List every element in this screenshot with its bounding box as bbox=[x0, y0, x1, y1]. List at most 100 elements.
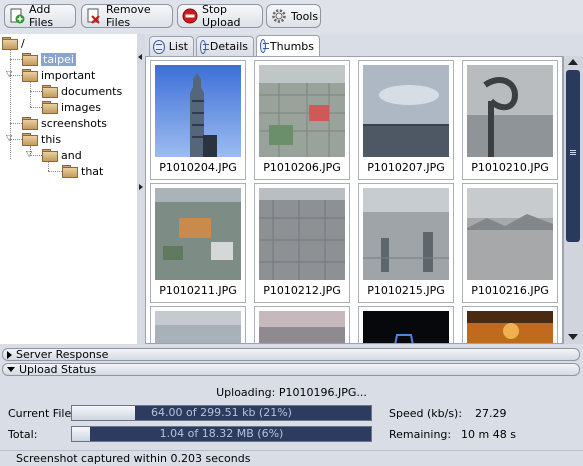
thumbnail-item[interactable] bbox=[462, 306, 558, 343]
upload-status-panel: Uploading: P1010196.JPG... Current File:… bbox=[0, 378, 583, 450]
tab-label: List bbox=[168, 40, 188, 53]
tree-item-label: screenshots bbox=[41, 116, 108, 130]
current-file-progress-bar: 64.00 of 299.51 kb (21%) bbox=[71, 405, 372, 421]
collapse-left-icon[interactable] bbox=[138, 54, 142, 60]
thumbnail-item[interactable] bbox=[254, 306, 350, 343]
thumbnail-filename: P1010216.JPG bbox=[471, 284, 549, 297]
tree-item-images[interactable]: images bbox=[42, 100, 101, 114]
expand-toggle-icon[interactable]: ▽ bbox=[6, 69, 12, 78]
tree-item-label: important bbox=[41, 68, 96, 82]
folder-icon bbox=[22, 117, 38, 130]
upload-status-section[interactable]: Upload Status bbox=[2, 363, 580, 376]
expand-icon bbox=[7, 350, 12, 359]
add-files-label: Add Files bbox=[29, 3, 54, 29]
folder-icon bbox=[62, 165, 78, 178]
thumbnail-filename: P1010204.JPG bbox=[159, 161, 237, 174]
progress-text: 64.00 of 299.51 kb (21%) bbox=[151, 406, 292, 419]
panel-splitter[interactable] bbox=[137, 34, 145, 344]
tree-item-documents[interactable]: documents bbox=[42, 84, 122, 98]
tree-item-important[interactable]: important bbox=[22, 68, 95, 82]
tab-label: Thumbs bbox=[269, 39, 314, 53]
list-icon bbox=[153, 39, 165, 54]
folder-icon bbox=[42, 101, 58, 114]
speed-value: 27.29 bbox=[475, 407, 507, 420]
thumbnail-item[interactable]: P1010211.JPG bbox=[150, 183, 246, 303]
thumbnail-item[interactable]: P1010207.JPG bbox=[358, 60, 454, 180]
tree-item-taipei[interactable]: taipei bbox=[22, 52, 76, 66]
photo-thumbnail bbox=[155, 311, 241, 343]
thumbnail-item[interactable]: P1010206.JPG bbox=[254, 60, 350, 180]
tab-details[interactable]: Details bbox=[196, 36, 254, 56]
photo-thumbnail bbox=[363, 188, 449, 280]
scroll-down-icon[interactable] bbox=[568, 334, 578, 340]
thumbnail-item[interactable]: P1010216.JPG bbox=[462, 183, 558, 303]
expand-toggle-icon[interactable]: ▽ bbox=[26, 149, 32, 158]
thumbs-icon bbox=[260, 39, 269, 53]
folder-icon bbox=[22, 133, 38, 146]
server-response-section[interactable]: Server Response bbox=[2, 348, 580, 361]
folder-icon bbox=[2, 37, 18, 50]
tab-thumbs[interactable]: Thumbs bbox=[256, 35, 320, 56]
stop-upload-button[interactable]: Stop Upload bbox=[177, 3, 263, 29]
section-title: Upload Status bbox=[19, 363, 97, 376]
thumbnail-filename: P1010212.JPG bbox=[263, 284, 341, 297]
photo-thumbnail bbox=[259, 65, 345, 157]
thumbnail-item[interactable] bbox=[358, 306, 454, 343]
tab-label: Details bbox=[209, 40, 248, 53]
remove-file-icon bbox=[86, 8, 102, 24]
tab-list[interactable]: List bbox=[149, 36, 194, 56]
status-bar: Screenshot captured within 0.203 seconds bbox=[0, 450, 583, 466]
remaining-label: Remaining: bbox=[389, 428, 452, 441]
stop-icon bbox=[182, 8, 198, 24]
add-files-button[interactable]: Add Files bbox=[4, 3, 76, 29]
thumbnail-grid: P1010204.JPG P1010206.JPG P1010207.JPG P… bbox=[145, 56, 563, 344]
tree-item-this[interactable]: this bbox=[22, 132, 61, 146]
folder-icon bbox=[22, 53, 38, 66]
tree-item-and[interactable]: and bbox=[42, 148, 82, 162]
thumbnail-item[interactable]: P1010210.JPG bbox=[462, 60, 558, 180]
photo-thumbnail bbox=[467, 188, 553, 280]
expand-toggle-icon[interactable]: ▽ bbox=[6, 133, 12, 142]
thumbnail-filename: P1010210.JPG bbox=[471, 161, 549, 174]
photo-thumbnail bbox=[467, 311, 553, 343]
current-file-label: Current File: bbox=[8, 407, 75, 420]
thumbnail-scrollbar[interactable] bbox=[563, 56, 583, 344]
tree-item-label: images bbox=[61, 100, 101, 114]
remaining-value: 10 m 48 s bbox=[461, 428, 516, 441]
speed-label: Speed (kb/s): bbox=[389, 407, 463, 420]
total-progress-bar: 1.04 of 18.32 MB (6%) bbox=[71, 426, 372, 442]
folder-icon bbox=[42, 149, 58, 162]
thumbnail-filename: P1010206.JPG bbox=[263, 161, 341, 174]
thumbnail-item[interactable] bbox=[150, 306, 246, 343]
stop-upload-label: Stop Upload bbox=[202, 3, 241, 29]
tree-item-screenshots[interactable]: screenshots bbox=[22, 116, 107, 130]
details-icon bbox=[200, 39, 209, 54]
add-file-icon bbox=[9, 8, 25, 24]
folder-tree: ▽ ▽ ▽ / taipei important documents image… bbox=[0, 34, 138, 344]
thumbnail-filename: P1010207.JPG bbox=[367, 161, 445, 174]
scrollbar-thumb[interactable] bbox=[566, 70, 580, 242]
collapse-icon bbox=[7, 367, 15, 372]
total-label: Total: bbox=[8, 428, 38, 441]
tree-item-label: and bbox=[61, 148, 82, 162]
tree-item-that[interactable]: that bbox=[62, 164, 103, 178]
remove-files-button[interactable]: Remove Files bbox=[81, 3, 173, 29]
photo-thumbnail bbox=[259, 311, 345, 343]
photo-thumbnail bbox=[259, 188, 345, 280]
expand-right-icon[interactable] bbox=[139, 184, 143, 190]
status-text: Screenshot captured within 0.203 seconds bbox=[16, 452, 251, 465]
photo-thumbnail bbox=[363, 65, 449, 157]
view-tabs: List Details Thumbs bbox=[145, 34, 583, 56]
thumbnail-item[interactable]: P1010204.JPG bbox=[150, 60, 246, 180]
tree-item-label: taipei bbox=[41, 52, 76, 66]
tree-item-label: that bbox=[81, 164, 104, 178]
photo-thumbnail bbox=[363, 311, 449, 343]
tree-item-root[interactable]: / bbox=[2, 36, 25, 50]
section-title: Server Response bbox=[16, 348, 109, 361]
scroll-up-icon[interactable] bbox=[568, 59, 578, 65]
tools-label: Tools bbox=[291, 9, 319, 23]
toolbar: Add Files Remove Files Stop Upload Tools bbox=[0, 0, 583, 35]
tools-button[interactable]: Tools bbox=[266, 4, 321, 28]
thumbnail-item[interactable]: P1010215.JPG bbox=[358, 183, 454, 303]
thumbnail-item[interactable]: P1010212.JPG bbox=[254, 183, 350, 303]
